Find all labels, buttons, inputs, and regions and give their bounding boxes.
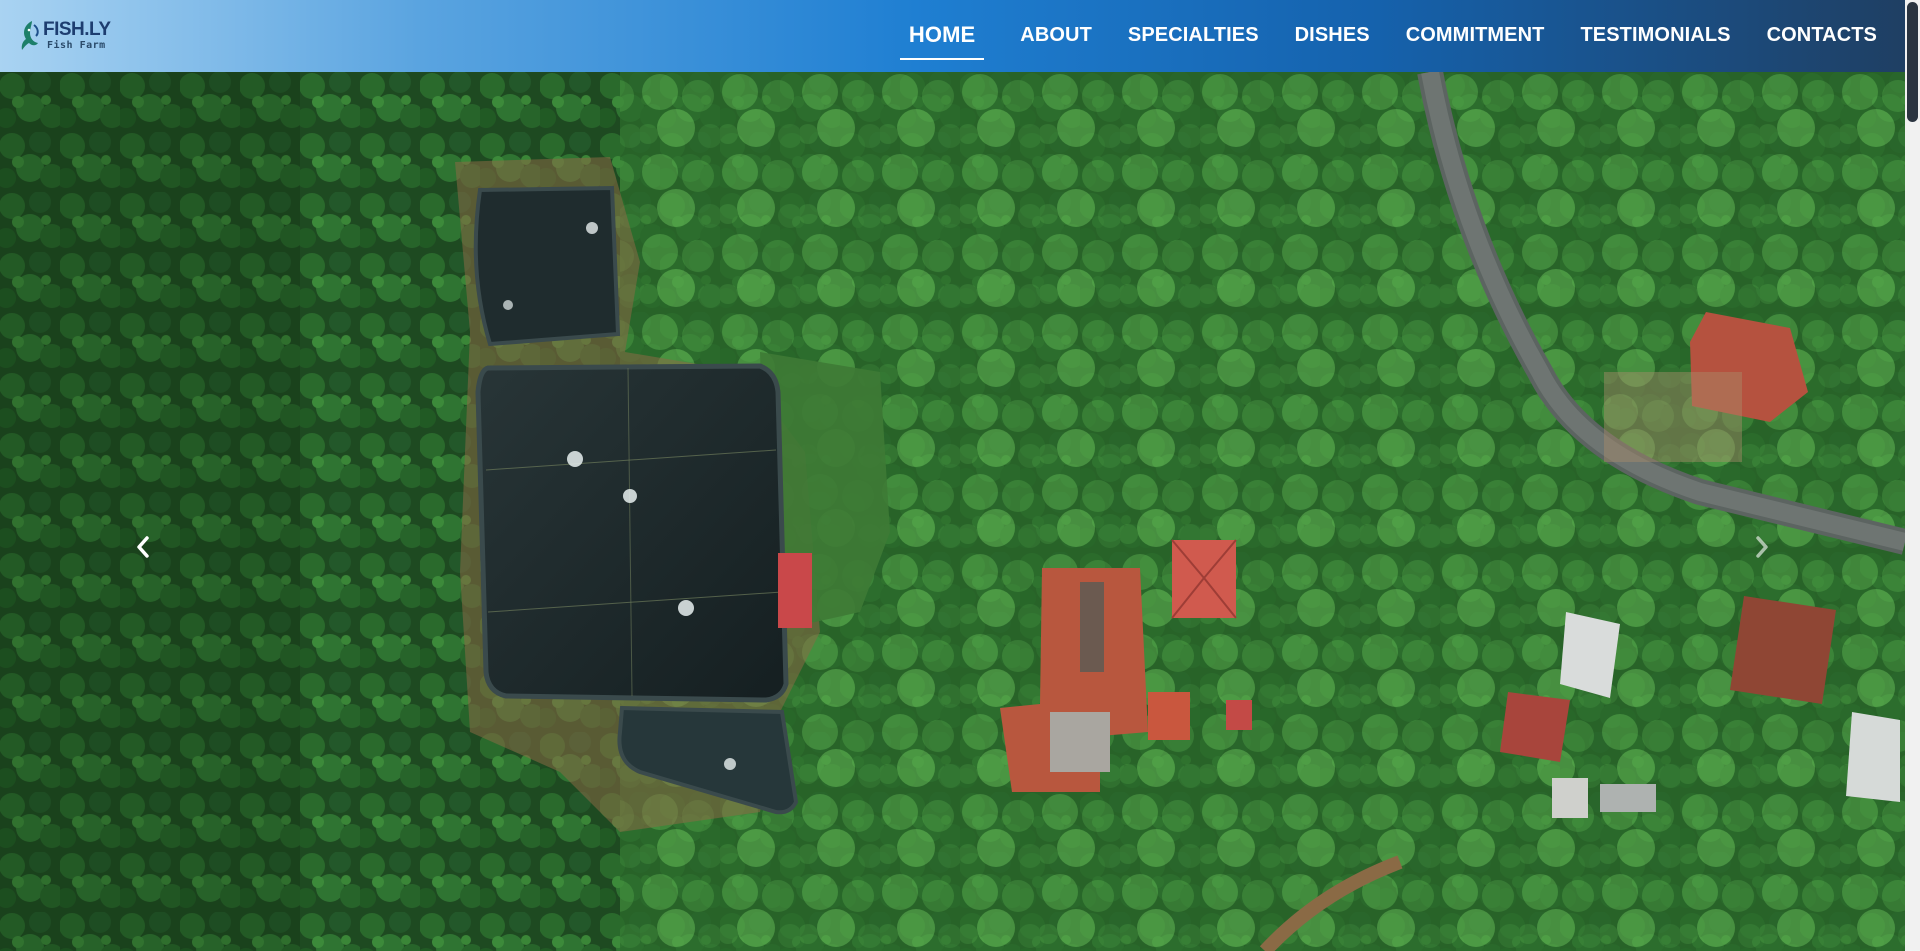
brand-name: FISH.LY — [43, 18, 111, 40]
fish-logo-icon — [21, 21, 39, 50]
brand-text: FISH.LY Fish Farm — [43, 20, 111, 51]
nav-commitment[interactable]: COMMITMENT — [1406, 14, 1545, 59]
brand-tagline: Fish Farm — [47, 39, 106, 51]
navbar: FISH.LY Fish Farm HOME ABOUT SPECIALTIES… — [0, 0, 1905, 72]
chevron-left-icon — [137, 536, 149, 558]
nav-specialties[interactable]: SPECIALTIES — [1128, 14, 1259, 59]
nav-testimonials[interactable]: TESTIMONIALS — [1580, 14, 1730, 59]
carousel-prev-button[interactable] — [128, 527, 158, 567]
carousel-next-button[interactable] — [1747, 527, 1777, 567]
hero-image — [0, 72, 1905, 951]
nav-contacts[interactable]: CONTACTS — [1767, 14, 1877, 59]
nav-home[interactable]: HOME — [899, 12, 985, 60]
scrollbar-thumb[interactable] — [1907, 2, 1918, 122]
hero-carousel — [0, 72, 1905, 951]
main-nav: HOME ABOUT SPECIALTIES DISHES COMMITMENT… — [864, 12, 1877, 60]
brand-logo[interactable]: FISH.LY Fish Farm — [18, 19, 111, 53]
nav-dishes[interactable]: DISHES — [1295, 14, 1370, 59]
nav-about[interactable]: ABOUT — [1020, 14, 1092, 59]
page-scrollbar[interactable] — [1905, 0, 1920, 951]
chevron-right-icon — [1756, 536, 1768, 558]
